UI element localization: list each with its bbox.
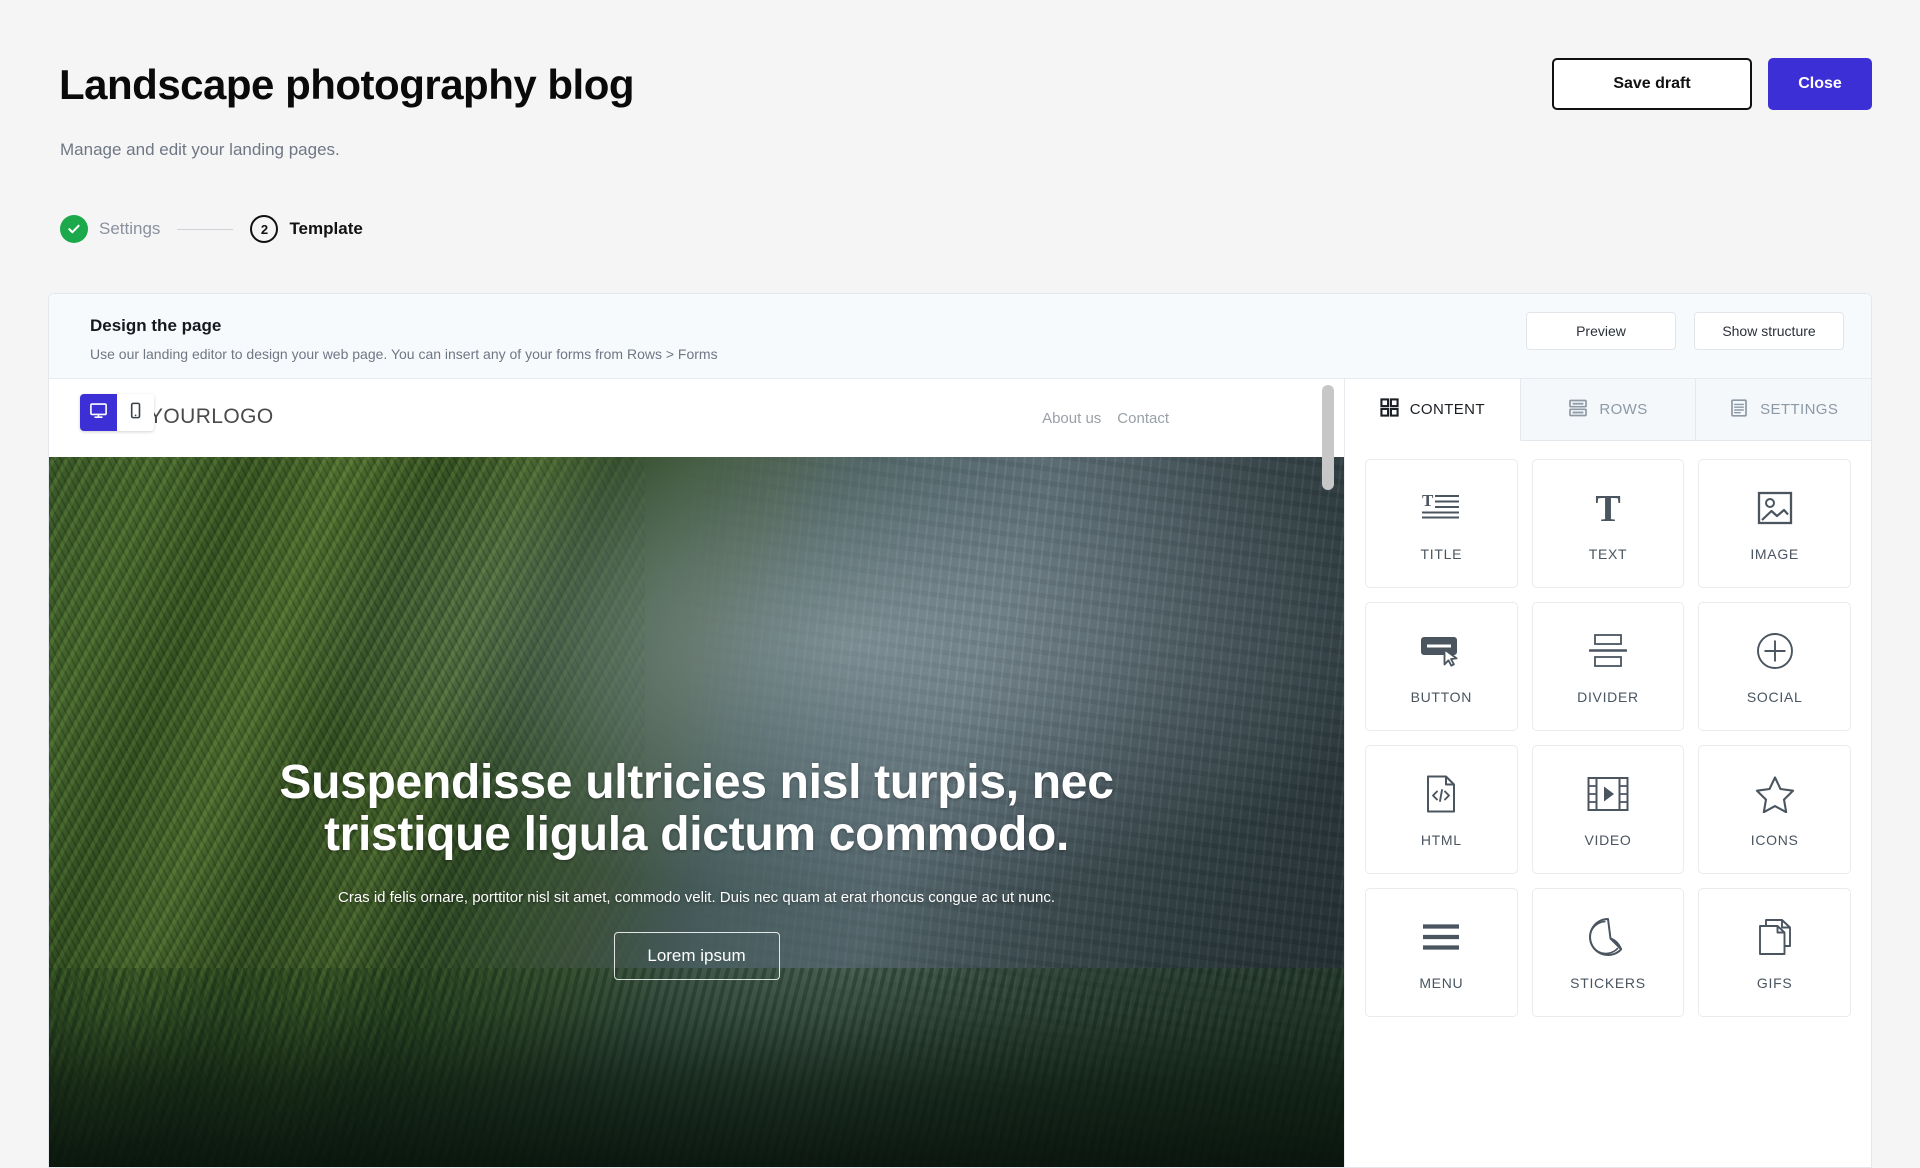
title-icon: T [1421,486,1461,530]
stepper-step-settings[interactable]: Settings [60,215,160,243]
hero-subtitle[interactable]: Cras id felis ornare, porttitor nisl sit… [129,889,1264,906]
desktop-icon [89,401,108,425]
content-tile-title[interactable]: T TITLE [1365,459,1518,588]
mobile-icon [126,401,145,425]
page-title: Landscape photography blog [59,61,635,108]
sticker-icon [1588,915,1628,959]
design-panel: Design the page Use our landing editor t… [48,293,1872,1168]
tab-content[interactable]: CONTENT [1345,379,1521,441]
site-nav-about-us[interactable]: About us [1042,410,1101,427]
content-tile-social-label: SOCIAL [1746,688,1803,705]
content-tiles-grid: T TITLE T TEXT IMAGE BUTTON DIVIDER SOCI… [1345,441,1871,1167]
editor-tool-panel: CONTENT ROWS SETTINGS T TITLE T TEXT IMA… [1344,379,1871,1167]
stepper-label-template: Template [289,219,363,238]
stepper-connector [177,228,234,230]
design-panel-actions: Preview Show structure [1526,312,1844,350]
content-tile-menu-label: MENU [1419,974,1464,991]
tab-settings[interactable]: SETTINGS [1696,379,1871,441]
tab-content-label: CONTENT [1409,401,1485,418]
tool-panel-tabs: CONTENT ROWS SETTINGS [1345,379,1871,441]
svg-text:T: T [1422,491,1434,510]
editor-body: YOURLOGO About us Contact Suspendisse ul… [49,379,1871,1167]
stepper-label-settings: Settings [99,219,161,238]
content-tile-gifs-label: GIFS [1756,974,1793,991]
content-tile-gifs[interactable]: GIFS [1698,888,1851,1017]
gifs-icon [1757,915,1793,959]
mobile-view-button[interactable] [117,394,154,431]
hero-cta-button[interactable]: Lorem ipsum [613,931,780,980]
button-icon [1420,629,1462,673]
content-tile-icons-label: ICONS [1750,831,1799,848]
svg-text:T: T [1595,490,1620,526]
grid-icon [1380,398,1399,421]
design-panel-title: Design the page [90,316,222,335]
content-tile-divider-label: DIVIDER [1577,688,1639,705]
check-icon [60,215,88,243]
canvas-scrollbar-thumb[interactable] [1322,385,1334,490]
save-draft-button[interactable]: Save draft [1552,58,1752,110]
content-tile-html-label: HTML [1420,831,1462,848]
desktop-view-button[interactable] [80,394,117,431]
content-tile-image-label: IMAGE [1750,545,1799,562]
rows-icon [1568,398,1588,422]
content-tile-video-label: VIDEO [1584,831,1632,848]
hero-content: Suspendisse ultricies nisl turpis, nec t… [49,757,1344,980]
design-panel-subtitle: Use our landing editor to design your we… [90,346,718,362]
preview-button[interactable]: Preview [1526,312,1676,350]
html-code-icon [1425,772,1457,816]
editor-canvas[interactable]: YOURLOGO About us Contact Suspendisse ul… [49,379,1344,1167]
close-button[interactable]: Close [1768,58,1872,110]
site-nav-contact[interactable]: Contact [1117,410,1169,427]
stepper-step-template[interactable]: 2 Template [250,215,363,243]
social-plus-icon [1756,629,1794,673]
device-toggle [80,394,154,431]
canvas-site-topbar: YOURLOGO About us Contact [49,379,1344,457]
menu-icon [1421,915,1461,959]
content-tile-button[interactable]: BUTTON [1365,602,1518,731]
content-tile-stickers[interactable]: STICKERS [1531,888,1685,1017]
content-tile-stickers-label: STICKERS [1570,974,1646,991]
site-nav: About us Contact [1042,410,1169,427]
content-tile-button-label: BUTTON [1410,688,1473,705]
design-panel-header: Design the page Use our landing editor t… [49,294,1871,379]
content-tile-image[interactable]: IMAGE [1698,459,1851,588]
content-tile-menu[interactable]: MENU [1365,888,1518,1017]
text-icon: T [1591,486,1625,530]
content-tile-html[interactable]: HTML [1365,745,1518,874]
star-icon [1755,772,1795,816]
image-icon [1757,486,1793,530]
content-tile-icons[interactable]: ICONS [1698,745,1851,874]
show-structure-button[interactable]: Show structure [1694,312,1844,350]
content-tile-divider[interactable]: DIVIDER [1531,602,1685,731]
divider-icon [1588,629,1628,673]
hero-section[interactable]: Suspendisse ultricies nisl turpis, nec t… [49,457,1344,1167]
canvas-scrollbar[interactable] [1322,379,1334,1167]
stepper: Settings 2 Template [60,215,363,243]
tab-rows[interactable]: ROWS [1520,379,1697,441]
content-tile-social[interactable]: SOCIAL [1698,602,1851,731]
settings-list-icon [1729,398,1749,422]
page-subtitle: Manage and edit your landing pages. [60,140,340,159]
hero-title[interactable]: Suspendisse ultricies nisl turpis, nec t… [257,757,1137,861]
step-number-badge: 2 [250,215,279,243]
site-logo: YOURLOGO [149,405,274,428]
tab-settings-label: SETTINGS [1760,401,1839,418]
content-tile-video[interactable]: VIDEO [1531,745,1685,874]
content-tile-text[interactable]: T TEXT [1531,459,1685,588]
tab-rows-label: ROWS [1599,401,1648,418]
header-actions: Save draft Close [1552,58,1872,110]
content-tile-text-label: TEXT [1588,545,1628,562]
content-tile-title-label: TITLE [1420,545,1463,562]
video-icon [1587,772,1629,816]
